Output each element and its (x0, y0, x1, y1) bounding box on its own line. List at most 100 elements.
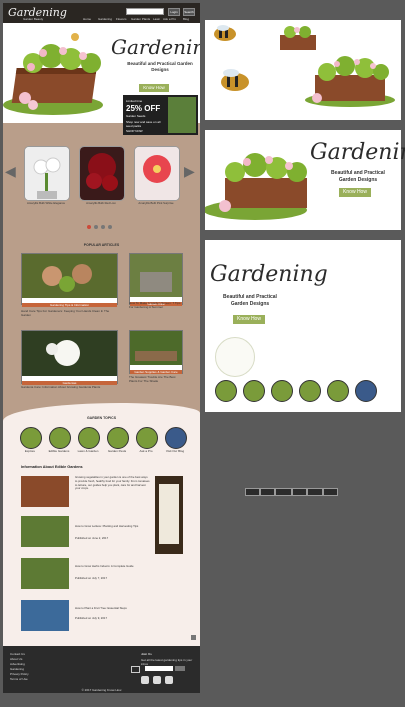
footer-link[interactable]: Gardening (10, 667, 24, 671)
subscribe-button[interactable] (175, 666, 185, 671)
lettuce-image[interactable] (21, 516, 69, 547)
garden-pests-icon[interactable] (107, 427, 129, 449)
slide-caption[interactable]: Amaryllis Bulb Pink Surprise (133, 201, 179, 205)
article-title[interactable]: The Greatest Trouble Are The Best Plants… (129, 375, 183, 383)
nav-tab[interactable] (275, 488, 292, 496)
search-input[interactable] (126, 8, 164, 15)
nav-tab[interactable] (307, 488, 323, 496)
carousel-prev-icon[interactable]: ◀ (5, 163, 16, 180)
know-how-button[interactable]: Know How (139, 84, 169, 92)
carousel-slide[interactable] (79, 146, 125, 201)
carousel-dot[interactable] (94, 225, 98, 229)
nav-item[interactable]: Ask a Pro (163, 17, 176, 21)
sidebar-ad[interactable] (155, 476, 183, 554)
carousel-dot[interactable] (87, 225, 91, 229)
info-heading: Information About Edible Gardens (21, 465, 83, 469)
nav-item[interactable]: Lawn (153, 17, 160, 21)
article-title[interactable]: Hand Care Tips For Gardeners: Keeping Yo… (21, 309, 116, 317)
leaf-logo-icon (215, 337, 255, 377)
article-title[interactable]: How To Make A Garden Screen: 7 Tips For … (129, 301, 183, 309)
lawn-garden-icon[interactable] (78, 427, 100, 449)
slide-caption[interactable]: Amaryllis Bulb Red Lion (78, 201, 124, 205)
nav-item[interactable]: Garden Plants (131, 17, 150, 21)
edible-garden-icon[interactable] (243, 380, 265, 402)
footer-link[interactable]: Terms of Use (10, 677, 28, 681)
info-item-title[interactable]: How to Plant a Fruit Tree: Essential Ste… (75, 606, 150, 611)
article-card[interactable]: Garden Care (129, 253, 183, 306)
brand-title: Gardening (210, 262, 328, 287)
nav-tab[interactable] (292, 488, 307, 496)
article-title[interactable]: Gardenia Care: Information About Growing… (21, 385, 116, 389)
edible-garden-icon[interactable] (49, 427, 71, 449)
login-button[interactable]: Login (168, 8, 180, 16)
blog-icon[interactable] (355, 380, 377, 402)
ask-a-pro-icon[interactable] (327, 380, 349, 402)
join-heading: Join Us (141, 652, 152, 656)
article-category[interactable]: Garden Supplies & Garden Care (130, 370, 182, 374)
topic-label[interactable]: Visit Our Blog (162, 449, 188, 453)
pinterest-icon[interactable] (153, 676, 161, 684)
footer-link[interactable]: Privacy Policy (10, 672, 29, 676)
info-lead: Growing vegetables in your garden is one… (75, 475, 150, 491)
promo-ad[interactable]: Limited time 25% OFF Garden Seeds Shop n… (123, 95, 198, 135)
nav-tab[interactable] (245, 488, 260, 496)
hero-title: Gardening (111, 35, 200, 59)
carousel-slide[interactable] (134, 146, 180, 201)
promo-line: Shop now and save on all seed packs (126, 120, 161, 128)
email-field[interactable] (145, 666, 173, 671)
nav-tab[interactable] (323, 488, 338, 496)
herbs-image[interactable] (21, 558, 69, 589)
slide-caption[interactable]: Amaryllis Bulb White Elegance (23, 201, 69, 205)
explore-icon[interactable] (20, 427, 42, 449)
nav-tab[interactable] (260, 488, 275, 496)
nav-item[interactable]: Flowers (116, 17, 127, 21)
shade-plants-image (130, 331, 182, 365)
know-how-button[interactable]: Know How (339, 188, 371, 197)
scroll-top-icon[interactable] (191, 635, 196, 640)
red-amaryllis-image (80, 147, 124, 200)
info-item-meta: Published on July 9, 2017 (75, 616, 108, 620)
bees-flowerbox-illustration (214, 25, 395, 107)
topic-label[interactable]: Ask a Pro (133, 449, 159, 453)
fruit-tree-image[interactable] (21, 600, 69, 631)
article-card[interactable]: Gardenias (21, 330, 118, 385)
know-how-button[interactable]: Know How (233, 315, 265, 324)
nav-item[interactable]: Blog (183, 17, 189, 21)
topic-label[interactable]: Lawn & Garden (75, 449, 101, 453)
ask-a-pro-icon[interactable] (136, 427, 158, 449)
hero-subtitle: Beautiful and Practical Garden Designs (127, 61, 193, 72)
carousel-next-icon[interactable]: ▶ (184, 163, 195, 180)
info-item-title[interactable]: How to Grow Herbs Indoors: A Complete Gu… (75, 564, 150, 569)
components-panel: Gardening Beautiful and Practical Garden… (205, 240, 401, 496)
info-item-title[interactable]: How to Grow Lettuce: Planting and Harves… (75, 524, 150, 529)
topic-label[interactable]: Edible Gardens (46, 449, 72, 453)
site-footer: Contact Us About Us Advertising Gardenin… (3, 646, 200, 693)
footer-link[interactable]: Contact Us (10, 652, 25, 656)
lawn-garden-icon[interactable] (271, 380, 293, 402)
footer-link[interactable]: Advertising (10, 662, 25, 666)
topic-label[interactable]: Garden Pests (104, 449, 130, 453)
topic-label[interactable]: Explore (17, 449, 43, 453)
instagram-icon[interactable] (165, 676, 173, 684)
site-header: Gardening Garden Beauty Login Search Hom… (3, 3, 200, 23)
search-button[interactable]: Search (183, 8, 195, 16)
banner-subtitle: Beautiful and Practical Garden Designs (331, 170, 385, 183)
article-card[interactable]: Garden Supplies & Garden Care (129, 330, 183, 374)
explore-icon[interactable] (215, 380, 237, 402)
gardenia-image (22, 331, 117, 376)
article-category[interactable]: Gardening Tips & Information (22, 303, 117, 307)
carousel-slide[interactable] (24, 146, 70, 201)
nav-item[interactable]: Gardening (98, 17, 112, 21)
facebook-icon[interactable] (141, 676, 149, 684)
info-item-meta: Published on July 7, 2017 (75, 576, 108, 580)
nav-item[interactable]: Home (83, 17, 91, 21)
banner-panel: Gardening Beautiful and Practical Garden… (205, 130, 405, 230)
garden-pests-icon[interactable] (299, 380, 321, 402)
blog-icon[interactable] (165, 427, 187, 449)
vegetables-image[interactable] (21, 476, 69, 507)
carousel-dot[interactable] (101, 225, 105, 229)
promo-cta[interactable]: SHOP NOW (126, 129, 143, 133)
article-card[interactable]: Gardening Tips & Information (21, 253, 118, 307)
footer-link[interactable]: About Us (10, 657, 22, 661)
carousel-dot[interactable] (108, 225, 112, 229)
